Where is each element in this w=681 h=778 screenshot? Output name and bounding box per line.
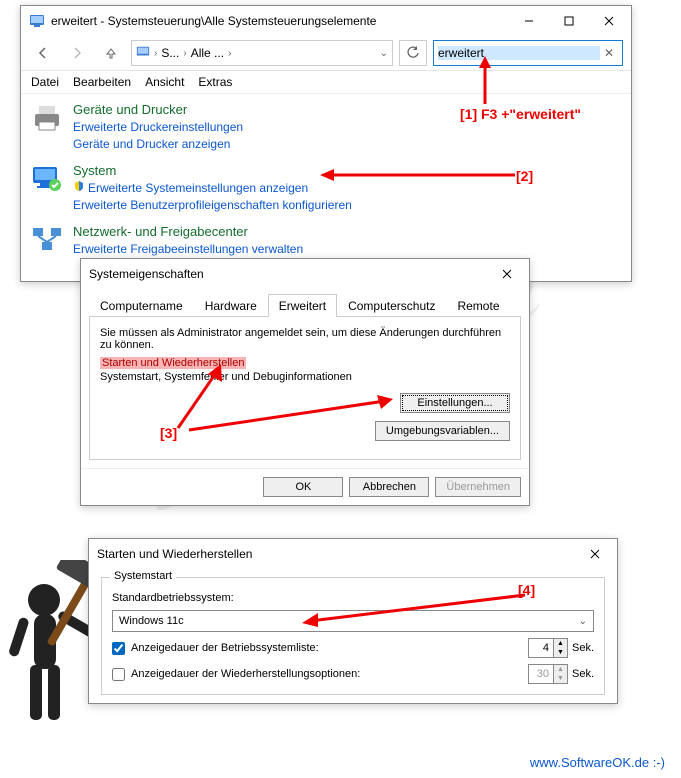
chevron-down-icon: ⌄ <box>579 616 587 627</box>
control-panel-window: erweitert - Systemsteuerung\Alle Systems… <box>20 5 632 282</box>
nav-toolbar: › S... › Alle ... › ⌄ ✕ <box>21 36 631 71</box>
checkbox-label: Anzeigedauer der Wiederherstellungsoptio… <box>131 668 360 680</box>
breadcrumb-seg[interactable]: S... <box>161 46 179 60</box>
result-heading[interactable]: Geräte und Drucker <box>73 102 243 117</box>
result-link[interactable]: Geräte und Drucker anzeigen <box>73 136 243 153</box>
refresh-button[interactable] <box>399 40 427 66</box>
tab-erweitert[interactable]: Erweitert <box>268 294 337 317</box>
result-system: System Erweiterte Systemeinstellungen an… <box>31 163 621 214</box>
recovery-timeout-checkbox[interactable] <box>112 668 125 681</box>
up-button[interactable] <box>97 40 125 66</box>
dialog-title: Systemeigenschaften <box>89 267 487 281</box>
section-sub: Systemstart, Systemfehler und Debuginfor… <box>100 371 510 383</box>
admin-note: Sie müssen als Administrator angemeldet … <box>100 327 510 351</box>
close-button[interactable] <box>487 259 527 289</box>
chevron-right-icon: › <box>154 48 157 59</box>
settings-button[interactable]: Einstellungen... <box>400 393 510 413</box>
back-button[interactable] <box>29 40 57 66</box>
tab-remote[interactable]: Remote <box>446 294 510 317</box>
unit-label: Sek. <box>572 642 594 654</box>
unit-label: Sek. <box>572 668 594 680</box>
recovery-timeout-row: Anzeigedauer der Wiederherstellungsoptio… <box>112 664 594 684</box>
menu-bearbeiten[interactable]: Bearbeiten <box>73 75 131 89</box>
chevron-down-icon[interactable]: ⌄ <box>380 48 388 59</box>
cancel-button[interactable]: Abbrechen <box>349 477 429 497</box>
menu-extras[interactable]: Extras <box>198 75 232 89</box>
systemstart-group: Systemstart Standardbetriebssystem: Wind… <box>101 577 605 695</box>
chevron-right-icon: › <box>228 48 231 59</box>
dropdown-value: Windows 11c <box>119 615 184 627</box>
system-properties-dialog: Systemeigenschaften Computername Hardwar… <box>80 258 530 506</box>
result-heading[interactable]: Netzwerk- und Freigabecenter <box>73 224 303 239</box>
menu-datei[interactable]: Datei <box>31 75 59 89</box>
shield-icon <box>73 180 85 197</box>
default-os-label: Standardbetriebssystem: <box>112 592 594 604</box>
menu-ansicht[interactable]: Ansicht <box>145 75 184 89</box>
startup-recovery-dialog: Starten und Wiederherstellen Systemstart… <box>88 538 618 704</box>
env-vars-button[interactable]: Umgebungsvariablen... <box>375 421 510 441</box>
chevron-right-icon: › <box>183 48 186 59</box>
search-results: Geräte und Drucker Erweiterte Druckerein… <box>21 94 631 281</box>
result-heading[interactable]: System <box>73 163 352 178</box>
window-title: erweitert - Systemsteuerung\Alle Systems… <box>51 14 509 28</box>
group-legend: Systemstart <box>110 570 176 582</box>
menubar: Datei Bearbeiten Ansicht Extras <box>21 71 631 94</box>
search-box[interactable]: ✕ <box>433 40 623 66</box>
result-link[interactable]: Erweiterte Druckereinstellungen <box>73 119 243 136</box>
result-devices-printers: Geräte und Drucker Erweiterte Druckerein… <box>31 102 621 153</box>
result-link-advanced-settings[interactable]: Erweiterte Systemeinstellungen anzeigen <box>73 180 352 197</box>
checkbox-label: Anzeigedauer der Betriebssystemliste: <box>131 642 319 654</box>
breadcrumb[interactable]: › S... › Alle ... › ⌄ <box>131 40 393 66</box>
tab-computerschutz[interactable]: Computerschutz <box>337 294 446 317</box>
os-list-timeout-checkbox[interactable] <box>112 642 125 655</box>
tab-strip: Computername Hardware Erweitert Computer… <box>89 293 521 317</box>
spinner-up-icon[interactable]: ▲ <box>554 639 567 648</box>
dialog-title: Starten und Wiederherstellen <box>97 547 575 561</box>
spinner-value: 30 <box>529 668 553 680</box>
result-link[interactable]: Erweiterte Benutzerprofileigenschaften k… <box>73 197 352 214</box>
dialog-buttons: OK Abbrechen Übernehmen <box>81 468 529 505</box>
close-button[interactable] <box>589 6 629 36</box>
titlebar[interactable]: Starten und Wiederherstellen <box>89 539 617 569</box>
search-input[interactable] <box>438 46 600 60</box>
tab-hardware[interactable]: Hardware <box>194 294 268 317</box>
footer-link[interactable]: www.SoftwareOK.de :-) <box>530 755 665 770</box>
control-panel-icon <box>136 45 150 62</box>
recovery-timeout-spinner[interactable]: 30 ▲▼ <box>528 664 568 684</box>
tab-panel-erweitert: Sie müssen als Administrator angemeldet … <box>89 317 521 460</box>
default-os-dropdown[interactable]: Windows 11c ⌄ <box>112 610 594 632</box>
spinner-value: 4 <box>529 642 553 654</box>
os-list-timeout-spinner[interactable]: 4 ▲▼ <box>528 638 568 658</box>
close-button[interactable] <box>575 539 615 569</box>
section-startup-recovery-label: Starten und Wiederherstellen <box>100 357 246 369</box>
system-icon <box>31 163 63 195</box>
forward-button[interactable] <box>63 40 91 66</box>
result-link[interactable]: Erweiterte Freigabeeinstellungen verwalt… <box>73 241 303 258</box>
spinner-down-icon[interactable]: ▼ <box>554 674 567 683</box>
titlebar[interactable]: Systemeigenschaften <box>81 259 529 289</box>
minimize-button[interactable] <box>509 6 549 36</box>
control-panel-icon <box>29 13 45 29</box>
breadcrumb-seg[interactable]: Alle ... <box>191 46 224 60</box>
titlebar[interactable]: erweitert - Systemsteuerung\Alle Systems… <box>21 6 631 36</box>
apply-button[interactable]: Übernehmen <box>435 477 521 497</box>
clear-search-icon[interactable]: ✕ <box>600 46 618 60</box>
tab-computername[interactable]: Computername <box>89 294 194 317</box>
ok-button[interactable]: OK <box>263 477 343 497</box>
maximize-button[interactable] <box>549 6 589 36</box>
network-icon <box>31 224 63 256</box>
result-network: Netzwerk- und Freigabecenter Erweiterte … <box>31 224 621 258</box>
os-list-timeout-row: Anzeigedauer der Betriebssystemliste: 4 … <box>112 638 594 658</box>
spinner-up-icon[interactable]: ▲ <box>554 665 567 674</box>
printer-icon <box>31 102 63 134</box>
spinner-down-icon[interactable]: ▼ <box>554 648 567 657</box>
